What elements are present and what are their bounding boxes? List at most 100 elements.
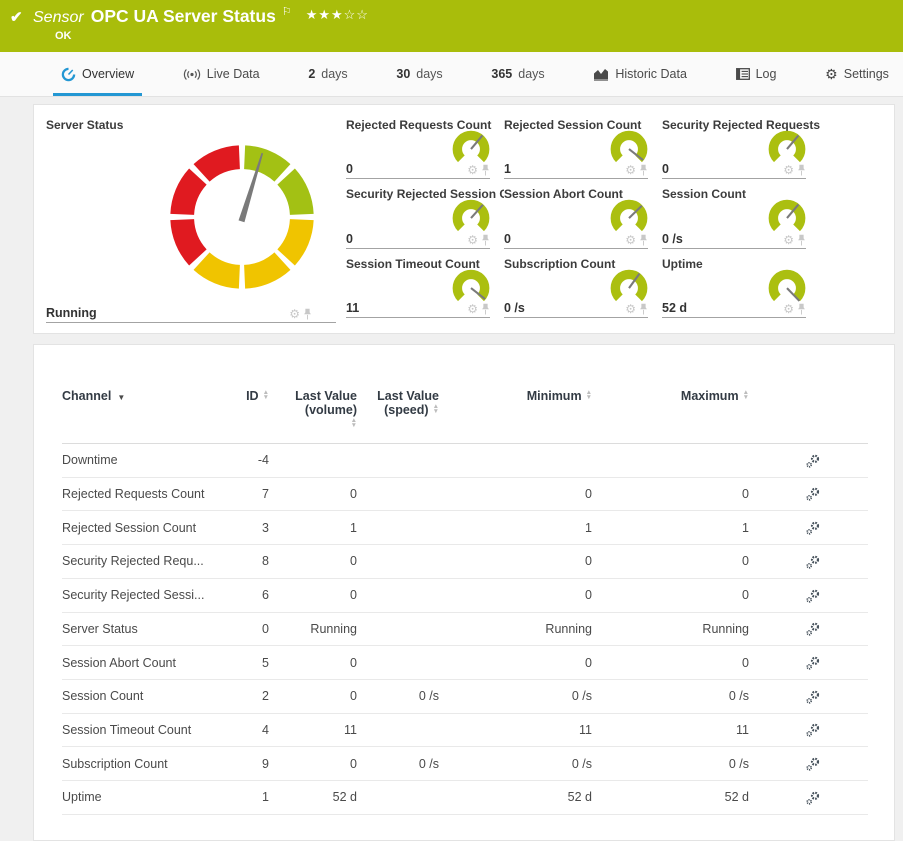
pin-icon[interactable] <box>481 234 490 246</box>
gauge-cell-rejected-requests-count: Rejected Requests Count 0 ⚙ <box>346 115 504 184</box>
edit-channel-icon[interactable] <box>806 757 820 771</box>
last-value-speed <box>357 578 439 612</box>
gear-icon[interactable]: ⚙ <box>467 303 478 315</box>
gauge-cell-session-timeout-count: Session Timeout Count 11 ⚙ <box>346 254 504 323</box>
column-header-maximum[interactable]: Maximum▲▼ <box>592 389 749 444</box>
edit-channel-icon[interactable] <box>806 454 820 468</box>
minimum-value: 52 d <box>439 781 592 815</box>
minimum-value: 0 <box>439 646 592 680</box>
gear-icon[interactable]: ⚙ <box>467 164 478 176</box>
last-value-volume: 0 <box>269 747 357 781</box>
channel-id: 7 <box>212 477 269 511</box>
tab-overview[interactable]: Overview <box>57 52 138 96</box>
tab-historic-data[interactable]: Historic Data <box>589 52 691 96</box>
channel-id: 6 <box>212 578 269 612</box>
gear-icon: ⚙ <box>825 67 838 81</box>
table-row[interactable]: Session Timeout Count 4 11 11 11 <box>62 713 868 747</box>
channels-table: Channel▼ ID▲▼ Last Value(volume)▲▼ Last … <box>62 389 868 815</box>
edit-channel-icon[interactable] <box>806 791 820 805</box>
column-header-channel[interactable]: Channel▼ <box>62 389 212 444</box>
edit-channel-icon[interactable] <box>806 555 820 569</box>
gear-icon[interactable]: ⚙ <box>783 303 794 315</box>
sort-icon: ▲▼ <box>743 390 749 400</box>
pin-icon[interactable] <box>797 234 806 246</box>
column-header-id[interactable]: ID▲▼ <box>212 389 269 444</box>
table-row[interactable]: Security Rejected Sessi... 6 0 0 0 <box>62 578 868 612</box>
channel-id: 9 <box>212 747 269 781</box>
gauge-footer: 0 ⚙ <box>346 162 490 179</box>
flag-icon[interactable]: ⚐ <box>282 5 292 18</box>
table-row[interactable]: Subscription Count 9 0 0 /s 0 /s 0 /s <box>62 747 868 781</box>
gauge-cell-uptime: Uptime 52 d ⚙ <box>662 254 820 323</box>
sensor-kind-label: Sensor <box>33 9 84 27</box>
gear-icon[interactable]: ⚙ <box>625 234 636 246</box>
table-row[interactable]: Rejected Requests Count 7 0 0 0 <box>62 477 868 511</box>
channel-name: Security Rejected Sessi... <box>62 578 212 612</box>
column-header-last-value-volume[interactable]: Last Value(volume)▲▼ <box>269 389 357 444</box>
column-header-last-value-speed[interactable]: Last Value(speed)▲▼ <box>357 389 439 444</box>
edit-channel-icon[interactable] <box>806 487 820 501</box>
edit-channel-icon[interactable] <box>806 723 820 737</box>
table-row[interactable]: Server Status 0 Running Running Running <box>62 612 868 646</box>
pin-icon[interactable] <box>481 164 490 176</box>
gear-icon[interactable]: ⚙ <box>625 303 636 315</box>
channel-id: 5 <box>212 646 269 680</box>
gauge-value: 0 <box>346 232 353 246</box>
pin-icon[interactable] <box>303 308 312 320</box>
channel-name: Downtime <box>62 444 212 478</box>
channel-name: Subscription Count <box>62 747 212 781</box>
channel-id: 8 <box>212 545 269 579</box>
tab-log[interactable]: Log <box>732 52 781 96</box>
pin-icon[interactable] <box>797 164 806 176</box>
table-row[interactable]: Security Rejected Requ... 8 0 0 0 <box>62 545 868 579</box>
channel-id: 2 <box>212 679 269 713</box>
pin-icon[interactable] <box>639 164 648 176</box>
maximum-value: 0 <box>592 578 749 612</box>
gauge-value: 0 <box>662 162 669 176</box>
minimum-value: 1 <box>439 511 592 545</box>
gauge-footer: 0 /s ⚙ <box>504 301 648 318</box>
gauge-cell-rejected-session-count: Rejected Session Count 1 ⚙ <box>504 115 662 184</box>
gauge-footer: 0 /s ⚙ <box>662 232 806 249</box>
sort-icon: ▲▼ <box>351 418 357 428</box>
gauge-value: 52 d <box>662 301 687 315</box>
minimum-value: 0 <box>439 578 592 612</box>
status-check-icon: ✔ <box>10 8 23 26</box>
table-row[interactable]: Downtime -4 <box>62 444 868 478</box>
channel-id: 4 <box>212 713 269 747</box>
maximum-value: 0 <box>592 477 749 511</box>
gauges-panel: Server Status Running ⚙ Rejected Request… <box>33 104 895 334</box>
table-row[interactable]: Rejected Session Count 3 1 1 1 <box>62 511 868 545</box>
tab-2-days[interactable]: 2 days <box>304 52 351 96</box>
table-row[interactable]: Uptime 1 52 d 52 d 52 d <box>62 781 868 815</box>
pin-icon[interactable] <box>639 303 648 315</box>
edit-channel-icon[interactable] <box>806 589 820 603</box>
gear-icon[interactable]: ⚙ <box>467 234 478 246</box>
log-icon <box>736 68 750 80</box>
maximum-value: 1 <box>592 511 749 545</box>
gear-icon[interactable]: ⚙ <box>783 164 794 176</box>
edit-channel-icon[interactable] <box>806 656 820 670</box>
minimum-value: Running <box>439 612 592 646</box>
table-row[interactable]: Session Count 2 0 0 /s 0 /s 0 /s <box>62 679 868 713</box>
pin-icon[interactable] <box>639 234 648 246</box>
gear-icon[interactable]: ⚙ <box>625 164 636 176</box>
pin-icon[interactable] <box>481 303 490 315</box>
last-value-volume: 1 <box>269 511 357 545</box>
edit-channel-icon[interactable] <box>806 622 820 636</box>
gear-icon[interactable]: ⚙ <box>289 308 300 320</box>
priority-stars[interactable]: ★★★☆☆ <box>306 7 369 23</box>
tab-30-days[interactable]: 30 days <box>392 52 446 96</box>
edit-channel-icon[interactable] <box>806 521 820 535</box>
tab-live-data[interactable]: Live Data <box>179 52 264 96</box>
channel-name: Session Abort Count <box>62 646 212 680</box>
tab-settings[interactable]: ⚙ Settings <box>821 52 893 96</box>
edit-channel-icon[interactable] <box>806 690 820 704</box>
maximum-value <box>592 444 749 478</box>
gear-icon[interactable]: ⚙ <box>783 234 794 246</box>
tab-365-days[interactable]: 365 days <box>487 52 548 96</box>
gauge-cell-subscription-count: Subscription Count 0 /s ⚙ <box>504 254 662 323</box>
column-header-minimum[interactable]: Minimum▲▼ <box>439 389 592 444</box>
table-row[interactable]: Session Abort Count 5 0 0 0 <box>62 646 868 680</box>
pin-icon[interactable] <box>797 303 806 315</box>
